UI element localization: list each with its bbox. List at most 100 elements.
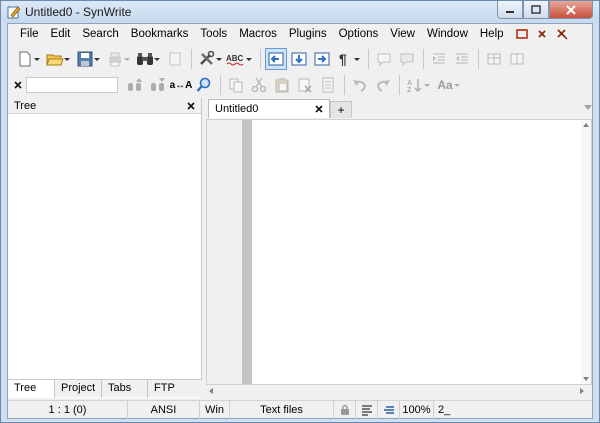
tools-wrench-icon bbox=[200, 51, 215, 65]
indent-icon bbox=[433, 53, 445, 64]
selection-mode-button[interactable] bbox=[378, 400, 400, 419]
table-icon bbox=[487, 53, 501, 65]
synwrite-app-icon[interactable] bbox=[7, 5, 21, 19]
redo-button[interactable] bbox=[372, 74, 394, 96]
undo-button[interactable] bbox=[349, 74, 371, 96]
table-view-button[interactable] bbox=[483, 48, 505, 70]
tab-tree[interactable]: Tree bbox=[8, 380, 55, 398]
search-input[interactable] bbox=[26, 77, 118, 93]
arrow-down-panel-icon bbox=[291, 52, 307, 66]
binoculars-icon bbox=[137, 53, 153, 65]
align-lines-icon bbox=[361, 404, 372, 416]
scroll-down-arrow-icon[interactable] bbox=[583, 377, 589, 381]
scroll-right-arrow-icon[interactable] bbox=[580, 388, 584, 394]
menu-edit[interactable]: Edit bbox=[45, 24, 77, 44]
find-button[interactable] bbox=[134, 48, 160, 70]
paste-button[interactable] bbox=[271, 74, 293, 96]
page-setup-button[interactable] bbox=[164, 48, 186, 70]
unindent-button[interactable] bbox=[451, 48, 473, 70]
tree-view[interactable] bbox=[8, 114, 201, 398]
menu-search[interactable]: Search bbox=[76, 24, 124, 44]
sort-button[interactable]: AZ bbox=[404, 74, 430, 96]
find-next-button[interactable] bbox=[147, 74, 169, 96]
minimize-button[interactable] bbox=[497, 1, 523, 19]
print-button[interactable] bbox=[104, 48, 130, 70]
line-number-gutter bbox=[207, 120, 242, 384]
undo-icon bbox=[353, 80, 367, 92]
tools-button[interactable] bbox=[196, 48, 222, 70]
search-toolbar: a↔A A Z Aa bbox=[8, 72, 592, 98]
match-case-button[interactable]: a↔A bbox=[169, 74, 193, 96]
read-only-lock-button[interactable] bbox=[334, 400, 356, 419]
title-bar[interactable]: Untitled0 - SynWrite bbox=[1, 1, 599, 23]
left-panel-tabs: Tree Project Tabs FTP bbox=[8, 379, 202, 398]
toolbar-separator bbox=[368, 49, 369, 69]
toolbar-separator bbox=[344, 75, 345, 95]
tab-tabs[interactable]: Tabs bbox=[102, 380, 148, 398]
close-window-button[interactable] bbox=[549, 1, 593, 19]
menu-tools[interactable]: Tools bbox=[194, 24, 233, 44]
menu-macros[interactable]: Macros bbox=[233, 24, 283, 44]
document-list-icon bbox=[322, 77, 334, 93]
menu-help[interactable]: Help bbox=[474, 24, 510, 44]
close-all-docs-icon[interactable] bbox=[554, 26, 570, 42]
menu-options[interactable]: Options bbox=[333, 24, 385, 44]
text-editor[interactable] bbox=[206, 119, 592, 385]
toolbar-separator bbox=[191, 49, 192, 69]
maximize-button[interactable] bbox=[523, 1, 549, 19]
insert-mode-status[interactable]: 2_ bbox=[434, 401, 454, 419]
split-view-button[interactable] bbox=[506, 48, 528, 70]
line-ending-status[interactable]: Win bbox=[200, 400, 230, 419]
menu-file[interactable]: File bbox=[14, 24, 45, 44]
move-next-button[interactable] bbox=[311, 48, 333, 70]
comment-add-button[interactable] bbox=[373, 48, 395, 70]
scroll-left-arrow-icon[interactable] bbox=[209, 388, 213, 394]
tab-ftp[interactable]: FTP bbox=[148, 380, 202, 398]
change-case-button[interactable]: Aa bbox=[434, 74, 460, 96]
find-prev-button[interactable] bbox=[124, 74, 146, 96]
comment-remove-button[interactable] bbox=[396, 48, 418, 70]
tab-list-chevron-icon[interactable] bbox=[584, 105, 592, 110]
delete-icon bbox=[298, 78, 312, 93]
restore-window-icon[interactable] bbox=[514, 26, 530, 42]
save-file-button[interactable] bbox=[74, 48, 100, 70]
menu-bookmarks[interactable]: Bookmarks bbox=[125, 24, 195, 44]
find-in-files-button[interactable] bbox=[193, 74, 215, 96]
close-doc-icon[interactable] bbox=[534, 26, 550, 42]
change-case-label: Aa bbox=[437, 78, 453, 92]
close-tab-icon[interactable] bbox=[315, 105, 323, 113]
word-wrap-button[interactable] bbox=[356, 400, 378, 419]
editor-tab[interactable]: Untitled0 bbox=[208, 99, 330, 118]
cut-button[interactable] bbox=[248, 74, 270, 96]
cursor-position[interactable]: 1 : 1 (0) bbox=[8, 400, 128, 419]
menu-view[interactable]: View bbox=[384, 24, 421, 44]
zoom-status[interactable]: 100% bbox=[400, 400, 434, 419]
add-tab-button[interactable]: + bbox=[330, 101, 352, 118]
match-case-label: a↔A bbox=[169, 79, 193, 91]
scissors-icon bbox=[251, 77, 267, 93]
scroll-up-arrow-icon[interactable] bbox=[583, 123, 589, 127]
indent-button[interactable] bbox=[428, 48, 450, 70]
menu-window[interactable]: Window bbox=[421, 24, 474, 44]
paragraph-marks-button[interactable]: ¶ bbox=[334, 48, 360, 70]
lexer-status[interactable]: Text files bbox=[230, 400, 334, 419]
main-toolbar: ABC ¶ bbox=[8, 46, 592, 72]
move-prev-button[interactable] bbox=[265, 48, 287, 70]
close-search-icon[interactable] bbox=[14, 81, 24, 89]
spell-check-button[interactable]: ABC bbox=[226, 48, 252, 70]
new-file-button[interactable] bbox=[14, 48, 40, 70]
vertical-scrollbar[interactable] bbox=[581, 120, 591, 384]
horizontal-scrollbar[interactable] bbox=[206, 385, 592, 398]
open-file-button[interactable] bbox=[44, 48, 70, 70]
close-tree-panel-icon[interactable] bbox=[187, 101, 195, 110]
move-down-button[interactable] bbox=[288, 48, 310, 70]
menu-plugins[interactable]: Plugins bbox=[283, 24, 333, 44]
tab-project[interactable]: Project bbox=[55, 380, 102, 398]
tree-panel: Tree bbox=[8, 98, 202, 398]
encoding-status[interactable]: ANSI bbox=[128, 400, 200, 419]
delete-button[interactable] bbox=[294, 74, 316, 96]
unindent-icon bbox=[456, 53, 468, 64]
paste-special-button[interactable] bbox=[317, 74, 339, 96]
copy-button[interactable] bbox=[225, 74, 247, 96]
client-area: File Edit Search Bookmarks Tools Macros … bbox=[7, 23, 593, 419]
